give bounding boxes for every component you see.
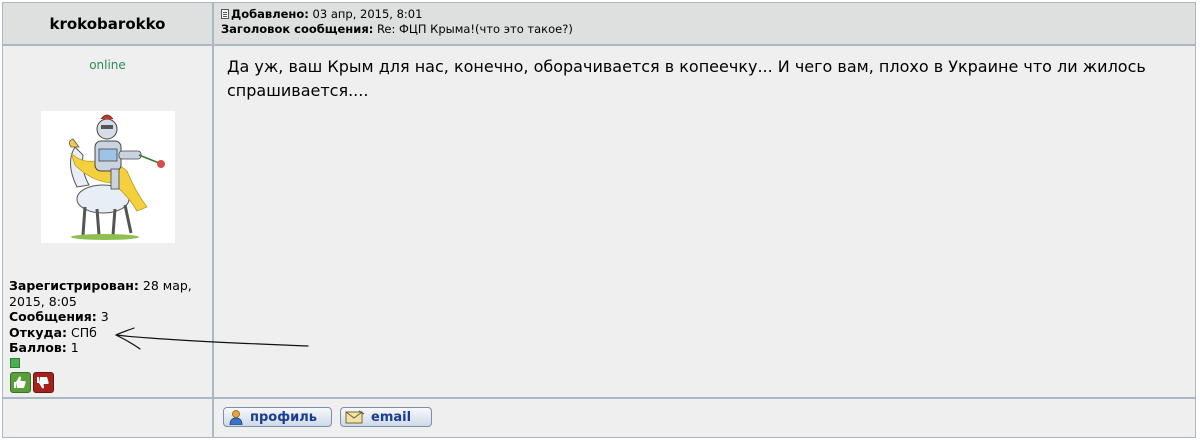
- post-icon[interactable]: [221, 9, 229, 19]
- profile-button-label: профиль: [250, 409, 317, 425]
- messages-value: 3: [96, 309, 109, 324]
- author-name[interactable]: krokobarokko: [50, 15, 166, 33]
- subject-label: Заголовок сообщения:: [221, 22, 374, 36]
- forum-post: krokobarokko Добавлено: 03 апр, 2015, 8:…: [2, 2, 1196, 438]
- email-button[interactable]: email: [340, 407, 432, 427]
- location-line: Откуда: СПб: [9, 325, 209, 341]
- post-subject-line: Заголовок сообщения: Re: ФЦП Крыма!(что …: [221, 22, 1195, 37]
- post-added-line: Добавлено: 03 апр, 2015, 8:01: [221, 7, 1195, 22]
- location-value: СПб: [67, 324, 97, 340]
- added-value: 03 апр, 2015, 8:01: [308, 7, 423, 21]
- points-label: Баллов:: [9, 340, 67, 355]
- registered-line: Зарегистрирован: 28 мар, 2015, 8:05: [9, 278, 209, 309]
- thumbs-down-glyph: [37, 377, 49, 389]
- points-line: Баллов: 1: [9, 340, 209, 356]
- registered-label: Зарегистрирован:: [9, 278, 139, 293]
- thumbs-down-icon[interactable]: [33, 372, 54, 393]
- points-value: 1: [66, 340, 79, 355]
- post-header: Добавлено: 03 апр, 2015, 8:01 Заголовок …: [214, 3, 1195, 44]
- post-text: Да уж, ваш Крым для нас, конечно, оборач…: [227, 57, 1146, 100]
- knight-avatar-image: [69, 114, 165, 240]
- thumbs-up-icon[interactable]: [10, 372, 31, 393]
- reputation-square-icon: [10, 358, 20, 368]
- user-icon: [229, 410, 243, 425]
- email-button-label: email: [371, 409, 412, 425]
- added-label: Добавлено:: [231, 7, 309, 21]
- envelope-icon: [345, 410, 365, 424]
- author-header: krokobarokko: [3, 3, 212, 44]
- author-profile-panel: online Зарегистрирован: 28 мар, 2015, 8:…: [3, 46, 212, 397]
- post-body: Да уж, ваш Крым для нас, конечно, оборач…: [214, 46, 1195, 397]
- thumbs-up-glyph: [14, 376, 26, 388]
- online-status: online: [89, 58, 126, 72]
- profile-button[interactable]: профиль: [223, 407, 332, 427]
- location-label: Откуда:: [9, 324, 68, 340]
- post-footer-actions: профиль email: [214, 399, 1195, 437]
- post-footer-left: [3, 399, 212, 437]
- subject-value: Re: ФЦП Крыма!(что это такое?): [373, 22, 573, 36]
- author-info: Зарегистрирован: 28 мар, 2015, 8:05 Сооб…: [9, 278, 209, 356]
- messages-label: Сообщения:: [9, 309, 97, 324]
- avatar: [41, 111, 175, 243]
- messages-line: Сообщения: 3: [9, 309, 209, 325]
